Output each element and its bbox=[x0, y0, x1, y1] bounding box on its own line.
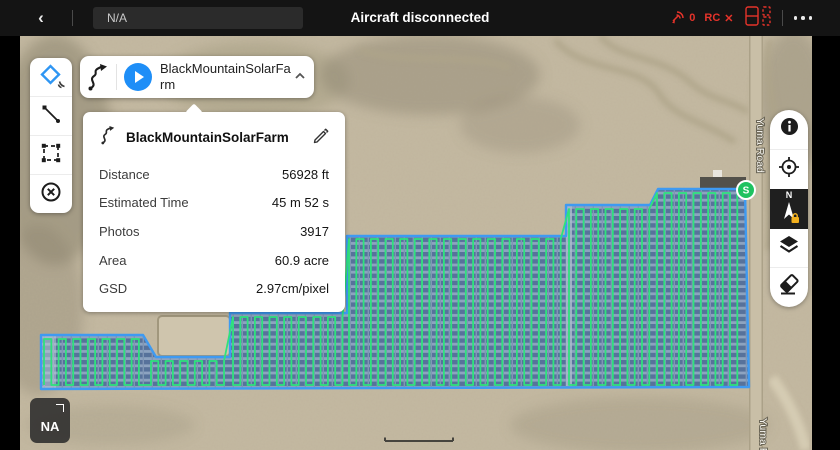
route-icon bbox=[99, 125, 117, 150]
panel-rows: Distance 56928 ft Estimated Time 45 m 52 s P… bbox=[83, 158, 345, 303]
divider bbox=[116, 64, 117, 90]
diamond-signal-icon bbox=[36, 60, 66, 95]
compass-n-label: N bbox=[785, 189, 793, 200]
polygon-tool-button[interactable] bbox=[30, 135, 72, 174]
left-toolbar bbox=[30, 58, 72, 213]
road-label-2: Yuma Ro bbox=[757, 418, 769, 450]
row-value: 45 m 52 s bbox=[271, 195, 329, 211]
row-value: 56928 ft bbox=[282, 166, 329, 182]
rc-label: RC bbox=[704, 12, 721, 24]
panel-row: Photos 3917 bbox=[99, 217, 329, 246]
svg-text:S: S bbox=[743, 186, 750, 197]
structure-roof bbox=[713, 170, 722, 177]
more-menu-button[interactable] bbox=[793, 16, 812, 20]
mission-bar[interactable]: BlackMountainSolarFarm bbox=[80, 56, 314, 98]
row-value: 3917 bbox=[300, 223, 329, 239]
row-label: Estimated Time bbox=[99, 195, 189, 211]
info-icon bbox=[780, 117, 799, 141]
row-label: Distance bbox=[99, 166, 150, 182]
panel-title: BlackMountainSolarFarm bbox=[126, 130, 289, 145]
mission-info-panel: BlackMountainSolarFarm Distance 56928 ft E… bbox=[83, 103, 345, 312]
layers-button[interactable] bbox=[770, 229, 808, 268]
locate-button[interactable] bbox=[770, 148, 808, 189]
top-bar: ‹ N/A Aircraft disconnected 0 RC ✕ bbox=[0, 0, 840, 36]
satellite-icon bbox=[671, 9, 686, 27]
cancel-tool-button[interactable] bbox=[30, 174, 72, 213]
map-mode-badge[interactable]: NA bbox=[30, 398, 70, 443]
row-label: GSD bbox=[99, 281, 128, 297]
road-label: Yuma Road bbox=[754, 118, 766, 173]
panel-row: Distance 56928 ft bbox=[99, 160, 329, 189]
compass-needle-icon bbox=[777, 200, 801, 229]
row-value: 2.97cm/pixel bbox=[256, 281, 329, 297]
eraser-button[interactable] bbox=[770, 267, 808, 307]
gps-count: 0 bbox=[689, 12, 696, 24]
row-value: 60.9 acre bbox=[274, 252, 329, 268]
mission-name-field[interactable]: N/A bbox=[93, 7, 303, 29]
gps-status: 0 bbox=[671, 9, 695, 27]
route-icon bbox=[80, 63, 116, 91]
divider bbox=[72, 10, 73, 26]
panel-row: Area 60.9 acre bbox=[99, 246, 329, 275]
line-icon bbox=[39, 102, 63, 131]
eraser-icon bbox=[777, 273, 801, 302]
line-tool-button[interactable] bbox=[30, 96, 72, 135]
row-label: Area bbox=[99, 252, 127, 268]
locate-icon bbox=[778, 156, 800, 183]
map-element-tool-button[interactable] bbox=[30, 58, 72, 96]
row-label: Photos bbox=[99, 223, 140, 239]
right-toolbar: N bbox=[770, 110, 808, 307]
pencil-icon[interactable] bbox=[311, 126, 329, 149]
panel-row: Estimated Time 45 m 52 s bbox=[99, 189, 329, 218]
compass-lock-button[interactable]: N bbox=[770, 188, 808, 229]
dirt-pad bbox=[157, 315, 231, 357]
rc-status: RC ✕ bbox=[704, 12, 733, 25]
divider bbox=[781, 10, 783, 26]
battery-icon bbox=[743, 5, 773, 32]
road bbox=[749, 36, 763, 450]
mission-name: BlackMountainSolarFarm bbox=[160, 60, 291, 92]
chevron-up-icon[interactable] bbox=[293, 68, 307, 86]
play-button[interactable] bbox=[124, 63, 152, 91]
back-button[interactable]: ‹ bbox=[30, 7, 52, 29]
badge-label: NA bbox=[40, 419, 60, 434]
rc-disconnected-icon: ✕ bbox=[724, 12, 734, 25]
layers-icon bbox=[777, 233, 801, 262]
panel-row: GSD 2.97cm/pixel bbox=[99, 274, 329, 303]
circle-x-icon bbox=[39, 180, 63, 209]
info-button[interactable] bbox=[770, 110, 808, 149]
corner-bracket-icon bbox=[56, 404, 64, 412]
start-marker[interactable]: S bbox=[736, 180, 756, 200]
polygon-icon bbox=[39, 141, 63, 170]
